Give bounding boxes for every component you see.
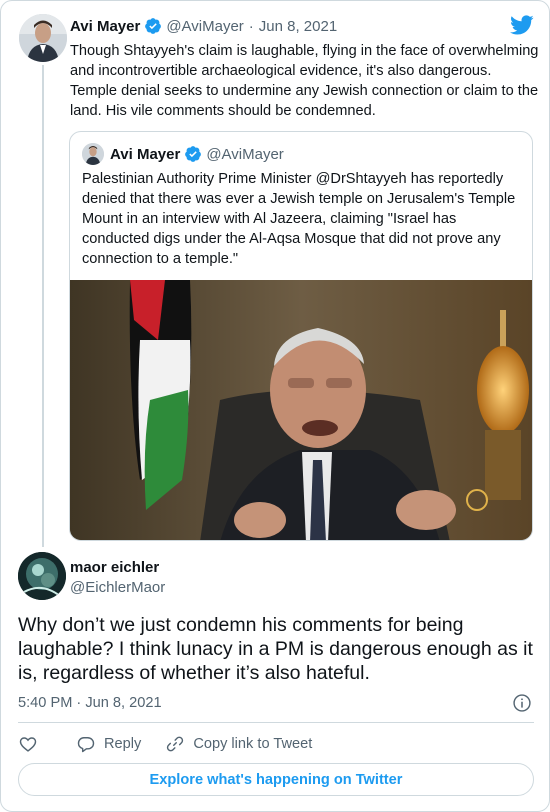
timestamp[interactable]: 5:40 PM · Jun 8, 2021 bbox=[18, 695, 162, 711]
author-handle[interactable]: @AviMayer bbox=[166, 18, 243, 35]
tweet-text: Though Shtayyeh's claim is laughable, fl… bbox=[70, 43, 539, 119]
quoted-author-handle: @AviMayer bbox=[206, 145, 284, 163]
reply-label: Reply bbox=[104, 736, 142, 752]
quoted-tweet[interactable]: Avi Mayer @AviMayer Palestinian Authorit… bbox=[69, 131, 533, 541]
video-still-image[interactable] bbox=[70, 280, 532, 540]
copy-link-label: Copy link to Tweet bbox=[193, 736, 313, 752]
like-button[interactable] bbox=[18, 734, 46, 754]
verified-badge-icon bbox=[145, 18, 162, 34]
tweet-header: Avi Mayer @AviMayer · Jun 8, 2021 bbox=[70, 17, 337, 35]
quoted-author-name: Avi Mayer bbox=[110, 145, 181, 163]
avatar bbox=[82, 143, 104, 165]
avatar[interactable] bbox=[18, 552, 66, 600]
avatar[interactable] bbox=[19, 14, 67, 62]
separator: · bbox=[248, 17, 254, 35]
action-bar: Reply Copy link to Tweet bbox=[18, 733, 312, 755]
heart-icon bbox=[19, 737, 37, 752]
quoted-tweet-header: Avi Mayer @AviMayer bbox=[110, 145, 284, 163]
tweet-date[interactable]: Jun 8, 2021 bbox=[259, 18, 337, 35]
author-name[interactable]: Avi Mayer bbox=[70, 18, 140, 35]
verified-badge-icon bbox=[185, 146, 202, 162]
thread-line bbox=[42, 65, 44, 547]
reply-author-name[interactable]: maor eichler bbox=[70, 559, 159, 576]
info-icon[interactable] bbox=[512, 693, 532, 713]
reply-button[interactable]: Reply bbox=[76, 734, 141, 754]
reply-author-handle[interactable]: @EichlerMaor bbox=[70, 579, 165, 596]
divider bbox=[18, 722, 534, 723]
quoted-tweet-text: Palestinian Authority Prime Minister @Dr… bbox=[82, 171, 516, 267]
reply-icon bbox=[77, 737, 95, 753]
explore-button[interactable]: Explore what's happening on Twitter bbox=[18, 763, 534, 796]
copy-link-button[interactable]: Copy link to Tweet bbox=[165, 734, 312, 754]
twitter-bird-icon[interactable] bbox=[509, 13, 535, 37]
embedded-tweet-card: Avi Mayer @AviMayer · Jun 8, 2021 Though… bbox=[0, 0, 550, 812]
reply-text: Why don’t we just condemn his comments f… bbox=[18, 614, 533, 684]
link-icon bbox=[167, 736, 184, 752]
